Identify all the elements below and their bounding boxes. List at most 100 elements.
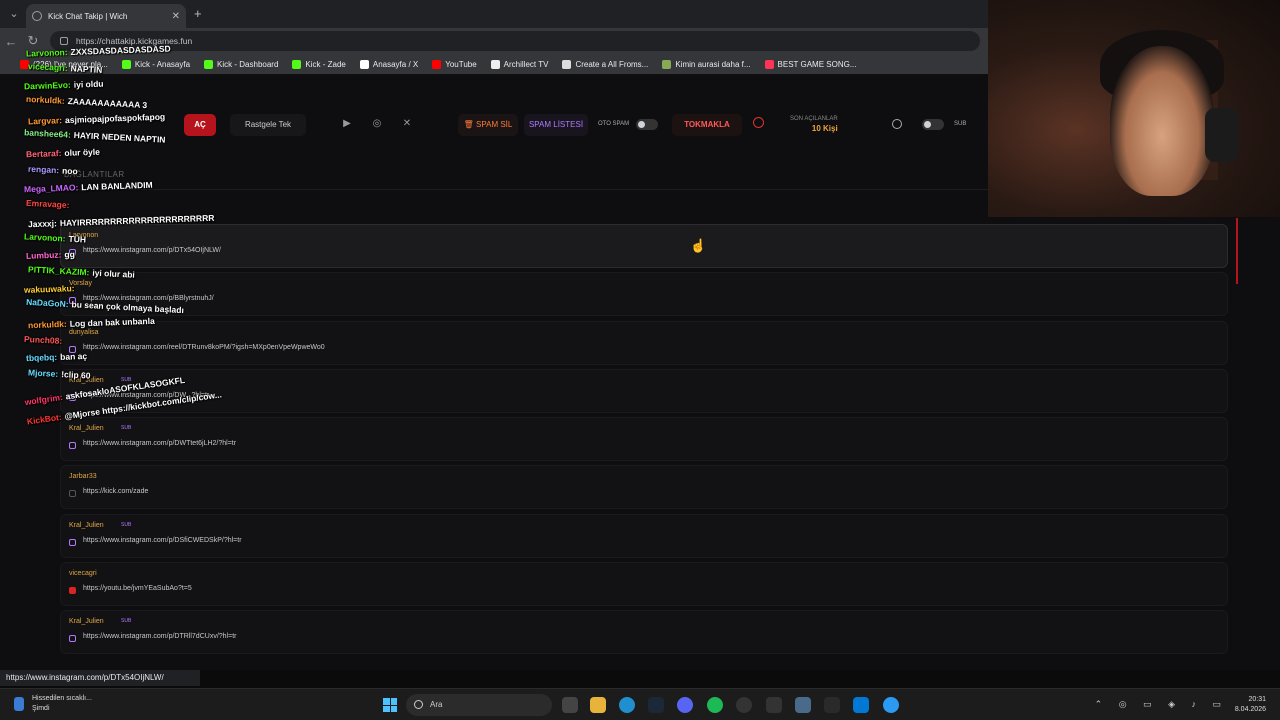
close-icon[interactable]: ✕ [172,11,180,22]
chat-username: wolfgrim: [24,391,64,408]
file-explorer-icon[interactable] [590,697,606,713]
system-tray-icons[interactable]: ⌃ ◎ ▭ ◈ ♪ ▭ [1095,699,1228,710]
delete-spam-label: SPAM SİL [476,120,513,129]
app-icon[interactable] [883,697,899,713]
chat-username: PITTIK_KAZIM: [27,264,90,278]
clock[interactable]: 20:31 8.04.2026 [1235,695,1266,715]
settings-gear-icon[interactable] [795,697,811,713]
chat-username: DarwinEvo: [23,79,71,92]
chat-message: banshee64: HAYIR NEDEN NAPTIN [24,127,166,144]
globe-icon [32,11,42,21]
recent-opened-label: SON AÇILANLAR [790,116,838,122]
sub-badge: SUB [121,521,132,528]
chat-username: Punch08: [23,333,63,346]
bookmark-item[interactable]: Create a All Froms... [562,59,649,69]
edge-icon[interactable] [619,697,635,713]
app-icon[interactable] [766,697,782,713]
hammer-button[interactable]: TOKMAKLA [672,114,742,136]
bookmark-label: YouTube [445,59,477,69]
toggle-knob [924,121,931,128]
bookmark-favicon-icon [764,59,774,69]
chat-text: NAPTIN [70,63,103,75]
bookmark-favicon-icon [432,59,442,69]
bookmark-item[interactable]: Kimin aurasi daha f... [662,59,751,69]
bookmark-item[interactable]: BEST GAME SONG... [764,59,857,69]
steam-icon[interactable] [648,697,664,713]
ban-icon[interactable] [753,117,764,128]
task-view-icon[interactable] [562,697,578,713]
vscode-icon[interactable] [853,697,869,713]
recent-opened-count: 10 Kişi [811,124,838,133]
taskbar-search[interactable]: Ara [406,694,552,716]
chat-username: norkuldk: [25,93,66,106]
bookmark-favicon-icon [359,59,369,69]
instagram-icon[interactable]: ◎ [370,117,384,131]
feed-link[interactable]: https://youtu.be/jvmYEaSubAo?t=5 [83,585,192,592]
sub-toggle[interactable] [922,119,944,130]
delete-spam-button[interactable]: 🗑 SPAM SİL [458,114,518,136]
link-status-tooltip: https://www.instagram.com/p/DTx54OIjNLW/ [0,670,200,686]
scroll-indicator[interactable] [1236,218,1238,284]
feed-row[interactable]: Kral_Julien SUB https://www.instagram.com/… [60,610,1228,655]
chat-username: Emravage: [25,197,70,211]
chat-message: Largvar: asjmiopajpofaspokfapog [28,112,165,127]
feed-username[interactable]: vicecagri [69,570,97,577]
taskbar-search-label: Ara [430,700,443,709]
feed-username[interactable]: Jarbar33 [69,473,97,480]
spam-list-button[interactable]: SPAM LİSTESİ [524,114,588,136]
site-info-icon[interactable] [60,37,68,45]
chat-text: ZAAAAAAAAAAA 3 [67,96,148,111]
feed-link[interactable]: https://www.instagram.com/p/DTRll7dCUxv/… [83,633,236,640]
recent-opened: SON AÇILANLAR 10 Kişi [790,116,838,133]
chat-username: norkuldk: [27,318,67,331]
chat-text: noo [61,165,78,177]
feed-link[interactable]: https://www.instagram.com/p/DSfiCWEDSkP/… [83,537,242,544]
bookmark-item[interactable]: Archillect TV [490,59,548,69]
chat-text: HAYIRRRRRRRRRRRRRRRRRRRRRR [59,212,215,229]
windows-start-icon[interactable] [383,698,397,712]
link-icon [69,490,76,498]
bookmark-label: Create a All Froms... [575,59,649,69]
screen: ⌄ Kick Chat Takip | Wich ✕ + ← ↻ https:/… [0,0,1280,720]
bookmark-item[interactable]: Anasayfa / X [359,59,418,69]
chat-message: norkuldk: Log dan bak unbanla [28,316,155,330]
feed-link[interactable]: https://kick.com/zade [83,488,148,495]
bookmark-item[interactable]: YouTube [432,59,477,69]
auto-spam-toggle[interactable] [636,119,658,130]
feed-username[interactable]: Kral_Julien [69,618,104,625]
chat-message: norkuldk: ZAAAAAAAAAAA 3 [26,94,148,110]
clock-time: 20:31 [1248,696,1266,703]
spotify-icon[interactable] [707,697,723,713]
feed-row[interactable]: Kral_Julien SUB https://www.instagram.com/… [60,513,1228,558]
tab-active[interactable]: Kick Chat Takip | Wich ✕ [26,4,186,28]
weather-widget[interactable]: Hissedilen sıcaklı... Şimdi [14,694,92,714]
chat-overlay: Larvonon: ZXXSDASDASDASDASD vicecagri: NAPT… [23,43,304,446]
feed-row[interactable]: Jarbar33 https://kick.com/zade [60,465,1228,510]
youtube-icon[interactable]: ▶ [340,117,354,131]
x-icon[interactable]: ✕ [400,117,414,131]
chat-text: olur öyle [64,146,101,158]
search-icon[interactable] [892,119,902,129]
toggle-knob [638,121,645,128]
app-icon[interactable] [824,697,840,713]
chat-username: banshee64: [23,127,72,140]
auto-spam-label: OTO SPAM [598,121,630,127]
feed-row[interactable]: vicecagri https://youtu.be/jvmYEaSubAo?t=… [60,562,1228,607]
chat-username: Mega_LMAO: [23,182,79,195]
sub-toggle-label: SUB [954,121,967,127]
back-arrow-icon[interactable]: ← [0,34,22,49]
chat-username: Mjorse: [27,367,59,379]
chat-username: Bertaraf: [25,148,62,160]
weather-icon [14,697,24,711]
chat-text: asjmiopajpofaspokfapog [64,111,166,126]
tab-menu-chevron-icon[interactable]: ⌄ [6,6,22,22]
new-tab-plus-icon[interactable]: + [194,6,202,21]
search-icon [414,700,423,709]
chat-username: Largvar: [27,115,63,127]
unreal-icon[interactable] [736,697,752,713]
feed-username[interactable]: Kral_Julien [69,522,104,529]
discord-icon[interactable] [677,697,693,713]
chat-message: PITTIK_KAZIM: iyi olur abi [28,264,135,280]
chat-message: rengan: noo [28,164,78,177]
bookmark-favicon-icon [662,59,672,69]
